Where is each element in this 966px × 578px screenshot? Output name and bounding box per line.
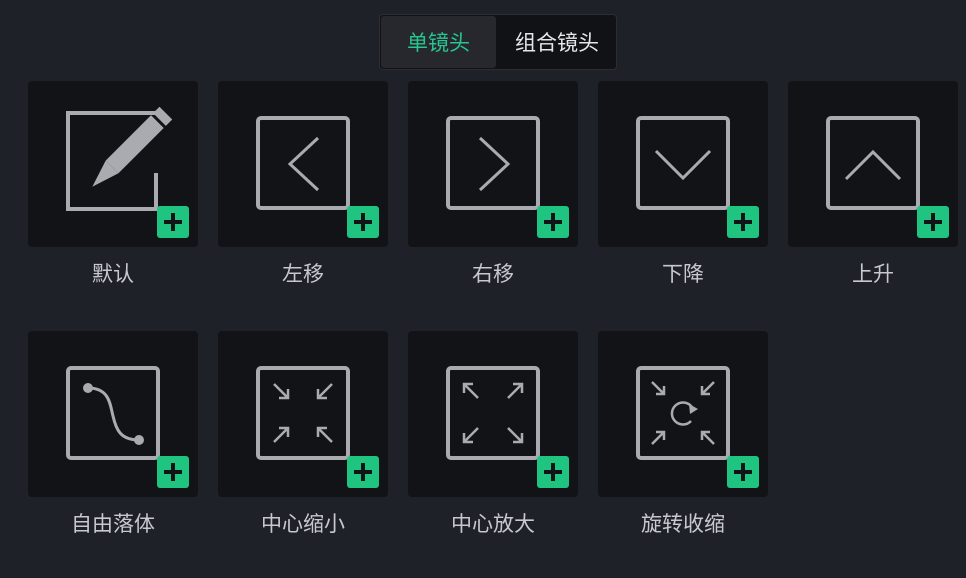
add-button[interactable]: [347, 456, 379, 488]
plus-icon: [354, 463, 372, 481]
preset-label: 上升: [852, 262, 894, 286]
tab-single-shot[interactable]: 单镜头: [381, 16, 496, 68]
preset-label: 左移: [282, 262, 324, 286]
preset-card-free-fall[interactable]: [28, 331, 198, 497]
preset-card-move-right[interactable]: [408, 81, 578, 247]
plus-icon: [924, 213, 942, 231]
plus-icon: [734, 463, 752, 481]
plus-icon: [544, 213, 562, 231]
plus-icon: [734, 213, 752, 231]
preset-label: 中心缩小: [261, 512, 345, 536]
add-button[interactable]: [157, 456, 189, 488]
add-button[interactable]: [157, 206, 189, 238]
preset-card-ascend[interactable]: [788, 81, 958, 247]
preset-card-default[interactable]: [28, 81, 198, 247]
preset-label: 右移: [472, 262, 514, 286]
preset-label: 中心放大: [451, 512, 535, 536]
preset-card-descend[interactable]: [598, 81, 768, 247]
preset-label: 自由落体: [71, 512, 155, 536]
add-button[interactable]: [917, 206, 949, 238]
add-button[interactable]: [727, 206, 759, 238]
preset-card-move-left[interactable]: [218, 81, 388, 247]
preset-label: 旋转收缩: [641, 512, 725, 536]
preset-label: 下降: [662, 262, 704, 286]
plus-icon: [164, 463, 182, 481]
preset-card-rotate-shrink[interactable]: [598, 331, 768, 497]
preset-card-center-shrink[interactable]: [218, 331, 388, 497]
tab-combined-shot[interactable]: 组合镜头: [497, 15, 617, 69]
plus-icon: [354, 213, 372, 231]
add-button[interactable]: [727, 456, 759, 488]
preset-card-center-zoom[interactable]: [408, 331, 578, 497]
plus-icon: [164, 213, 182, 231]
plus-icon: [544, 463, 562, 481]
preset-label: 默认: [92, 262, 134, 286]
add-button[interactable]: [537, 206, 569, 238]
shot-type-tabs: 单镜头 组合镜头: [379, 14, 617, 70]
add-button[interactable]: [347, 206, 379, 238]
add-button[interactable]: [537, 456, 569, 488]
